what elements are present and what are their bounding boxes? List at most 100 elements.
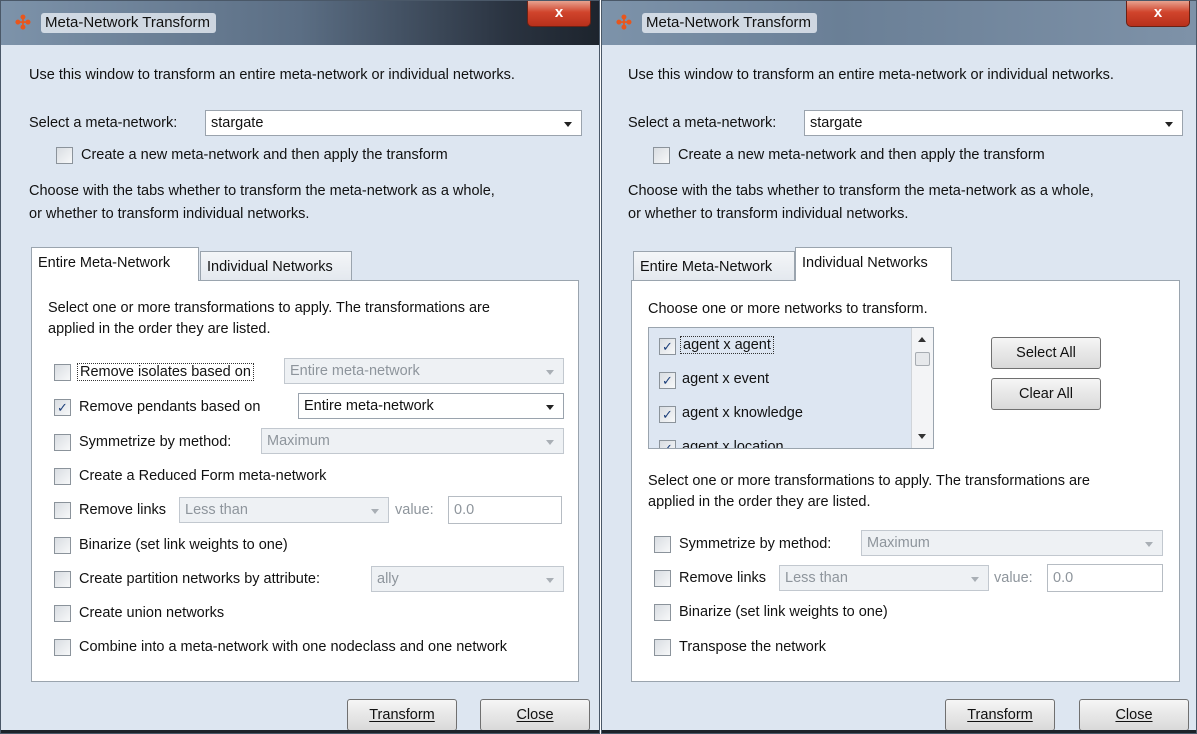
choose-tabs-text-line1: Choose with the tabs whether to transfor… — [29, 183, 495, 199]
networks-list-scrollbar[interactable] — [911, 328, 933, 448]
checkmark-icon: ✓ — [662, 407, 673, 422]
close-button-label: Close — [516, 707, 554, 723]
chevron-down-icon — [546, 578, 554, 583]
close-button[interactable]: Close — [480, 699, 590, 731]
symmetrize-label: Symmetrize by method: — [79, 434, 232, 450]
create-new-meta-network-checkbox[interactable] — [56, 147, 73, 164]
scroll-down-icon[interactable] — [918, 434, 926, 439]
remove-pendants-select-value: Entire meta-network — [304, 398, 434, 414]
meta-network-select[interactable]: stargate — [804, 110, 1183, 136]
chevron-down-icon — [564, 122, 572, 127]
remove-pendants-select[interactable]: Entire meta-network — [298, 393, 564, 419]
chevron-down-icon — [546, 370, 554, 375]
title-bar: ✣ Meta-Network Transform x — [1, 1, 599, 45]
remove-links-value-input[interactable] — [449, 497, 561, 523]
remove-links-checkbox[interactable] — [654, 570, 671, 587]
window-close-button[interactable]: x — [527, 1, 591, 27]
remove-isolates-checkbox[interactable] — [54, 364, 71, 381]
list-item[interactable]: agent x knowledge — [682, 405, 803, 421]
binarize-checkbox[interactable] — [654, 604, 671, 621]
symmetrize-checkbox[interactable] — [654, 536, 671, 553]
clear-all-button[interactable]: Clear All — [991, 378, 1101, 410]
select-meta-network-label: Select a meta-network: — [29, 115, 178, 131]
close-button[interactable]: Close — [1079, 699, 1189, 731]
network-checkbox-agent-knowledge[interactable]: ✓ — [659, 406, 676, 423]
remove-links-value-field[interactable] — [1047, 564, 1163, 592]
transpose-checkbox[interactable] — [654, 639, 671, 656]
network-checkbox-agent-event[interactable]: ✓ — [659, 372, 676, 389]
remove-isolates-select-value: Entire meta-network — [290, 363, 420, 379]
panel-instruction-line2: applied in the order they are listed. — [48, 321, 271, 337]
transform-button[interactable]: Transform — [347, 699, 457, 731]
symmetrize-method-select[interactable]: Maximum — [261, 428, 564, 454]
symmetrize-label: Symmetrize by method: — [679, 536, 832, 552]
meta-network-select-value: stargate — [810, 115, 863, 131]
panel-instruction-line1: Select one or more transformations to ap… — [648, 473, 1090, 489]
close-icon: x — [554, 4, 564, 21]
symmetrize-checkbox[interactable] — [54, 434, 71, 451]
tab-individual-networks[interactable]: Individual Networks — [200, 251, 352, 281]
chevron-down-icon — [1145, 542, 1153, 547]
list-item[interactable]: agent x location — [682, 439, 784, 448]
partition-checkbox[interactable] — [54, 571, 71, 588]
window-close-button[interactable]: x — [1126, 1, 1190, 27]
binarize-label: Binarize (set link weights to one) — [679, 604, 888, 620]
panel-instruction-line2: applied in the order they are listed. — [648, 494, 871, 510]
remove-links-value-label: value: — [994, 570, 1033, 586]
scroll-thumb[interactable] — [915, 352, 930, 366]
remove-links-value-input[interactable] — [1048, 565, 1162, 591]
transform-button[interactable]: Transform — [945, 699, 1055, 731]
intro-text: Use this window to transform an entire m… — [29, 67, 515, 83]
chevron-down-icon — [971, 577, 979, 582]
remove-links-select[interactable]: Less than — [779, 565, 989, 591]
partition-attribute-value: ally — [377, 571, 399, 587]
select-all-button[interactable]: Select All — [991, 337, 1101, 369]
binarize-checkbox[interactable] — [54, 537, 71, 554]
window-title: Meta-Network Transform — [41, 13, 217, 33]
transform-button-label: Transform — [369, 707, 435, 723]
intro-text: Use this window to transform an entire m… — [628, 67, 1114, 83]
network-checkbox-agent-location[interactable]: ✓ — [659, 440, 676, 448]
tab-entire-meta-network[interactable]: Entire Meta-Network — [633, 251, 795, 281]
remove-links-value-field[interactable] — [448, 496, 562, 524]
network-checkbox-agent-agent[interactable]: ✓ — [659, 338, 676, 355]
title-bar: ✣ Meta-Network Transform x — [602, 1, 1196, 45]
choose-tabs-text-line1: Choose with the tabs whether to transfor… — [628, 183, 1094, 199]
meta-network-transform-window-left: ✣ Meta-Network Transform x Use this wind… — [0, 0, 600, 734]
list-item[interactable]: agent x agent — [680, 336, 774, 354]
reduced-form-label: Create a Reduced Form meta-network — [79, 468, 327, 484]
remove-pendants-checkbox[interactable]: ✓ — [54, 399, 71, 416]
create-new-meta-network-checkbox[interactable] — [653, 147, 670, 164]
tab-entire-meta-network[interactable]: Entire Meta-Network — [31, 247, 199, 281]
symmetrize-method-select[interactable]: Maximum — [861, 530, 1163, 556]
remove-links-checkbox[interactable] — [54, 502, 71, 519]
checkmark-icon: ✓ — [662, 373, 673, 388]
create-new-meta-network-label: Create a new meta-network and then apply… — [81, 147, 448, 163]
reduced-form-checkbox[interactable] — [54, 468, 71, 485]
remove-isolates-select[interactable]: Entire meta-network — [284, 358, 564, 384]
remove-isolates-label: Remove isolates based on — [77, 363, 254, 381]
list-item[interactable]: agent x event — [682, 371, 769, 387]
networks-list[interactable]: ✓ agent x agent ✓ agent x event ✓ agent … — [648, 327, 934, 449]
meta-network-select[interactable]: stargate — [205, 110, 582, 136]
transform-button-label: Transform — [967, 707, 1033, 723]
union-networks-checkbox[interactable] — [54, 605, 71, 622]
combine-checkbox[interactable] — [54, 639, 71, 656]
window-edge — [602, 730, 1196, 733]
tab-individual-networks[interactable]: Individual Networks — [795, 247, 952, 281]
create-new-meta-network-label: Create a new meta-network and then apply… — [678, 147, 1045, 163]
scroll-up-icon[interactable] — [918, 337, 926, 342]
remove-links-select[interactable]: Less than — [179, 497, 389, 523]
combine-label: Combine into a meta-network with one nod… — [79, 639, 507, 655]
symmetrize-method-value: Maximum — [867, 535, 930, 551]
partition-attribute-select[interactable]: ally — [371, 566, 564, 592]
remove-links-label: Remove links — [79, 502, 167, 518]
networks-prompt: Choose one or more networks to transform… — [648, 301, 928, 317]
chevron-down-icon — [371, 509, 379, 514]
binarize-label: Binarize (set link weights to one) — [79, 537, 288, 553]
window-edge — [1, 730, 599, 733]
transpose-label: Transpose the network — [679, 639, 826, 655]
close-button-label: Close — [1115, 707, 1153, 723]
checkmark-icon: ✓ — [662, 339, 673, 354]
app-logo-icon: ✣ — [616, 13, 632, 34]
